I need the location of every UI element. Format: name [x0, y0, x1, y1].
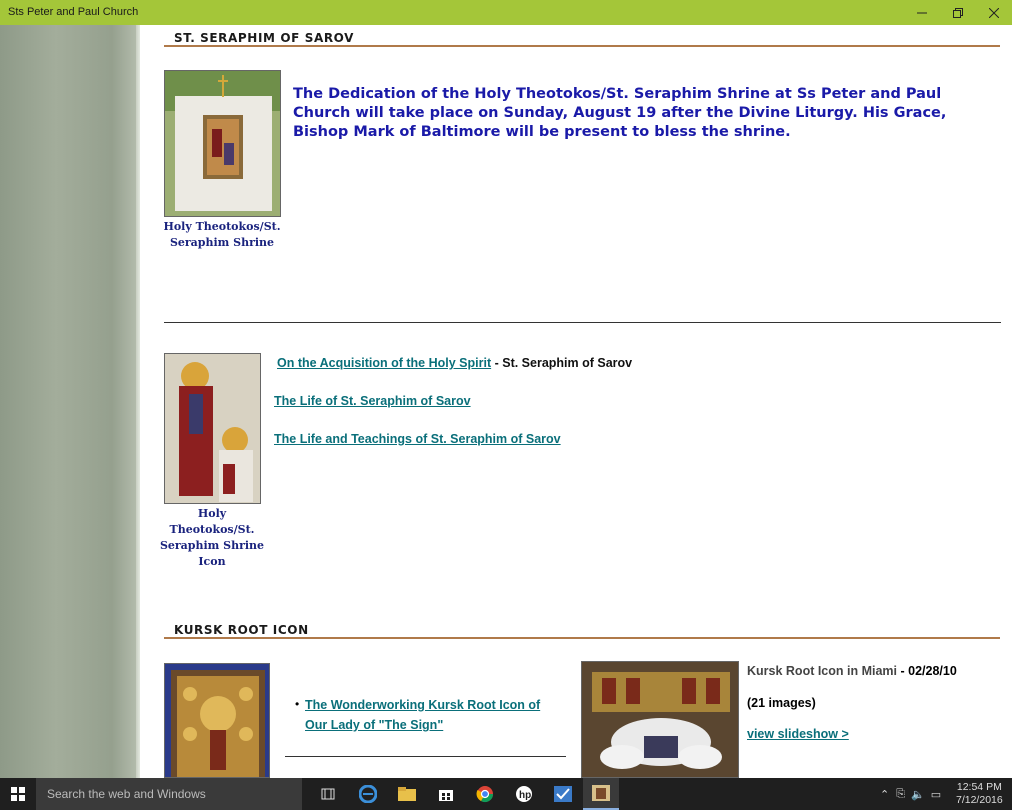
- taskbar-store-button[interactable]: [428, 778, 464, 810]
- link-life-teachings-seraphim[interactable]: The Life and Teachings of St. Seraphim o…: [274, 432, 561, 446]
- chrome-browser-icon: [476, 786, 494, 803]
- shrine-icon-photo[interactable]: [164, 353, 261, 504]
- clock[interactable]: 12:54 PM 7/12/2016: [956, 778, 1003, 810]
- kursk-icon-photo[interactable]: [164, 663, 270, 778]
- shrine-photo[interactable]: [164, 70, 281, 217]
- horizontal-rule: [285, 756, 566, 757]
- caption-shrine-icon: Holy Theotokos/St. Seraphim Shrine Icon: [159, 507, 265, 568]
- link-row-life: The Life of St. Seraphim of Sarov: [274, 392, 471, 410]
- edge-browser-icon: [359, 785, 377, 803]
- link-kursk-root-icon[interactable]: The Wonderworking Kursk Root Icon of Our…: [305, 698, 540, 732]
- link-life-seraphim[interactable]: The Life of St. Seraphim of Sarov: [274, 394, 471, 408]
- section-heading-seraphim: ST. SERAPHIM OF SAROV: [174, 31, 355, 45]
- taskbar-search-box[interactable]: Search the web and Windows: [36, 778, 302, 810]
- section-divider: [164, 637, 1000, 639]
- link-acquisition-holy-spirit[interactable]: On the Acquisition of the Holy Spirit: [274, 356, 491, 370]
- taskbar-church-app-button[interactable]: [583, 778, 619, 810]
- taskbar: Search the web and Windows hp ⌃ ⎘ 🔈 ▭ 12…: [0, 778, 1012, 810]
- view-slideshow-link[interactable]: view slideshow >: [747, 727, 849, 741]
- hp-logo-icon: hp: [516, 786, 532, 802]
- close-button[interactable]: [976, 0, 1012, 25]
- church-app-icon: [592, 785, 610, 801]
- link-row-teachings: The Life and Teachings of St. Seraphim o…: [274, 430, 561, 448]
- gallery-slideshow-row: view slideshow >: [747, 727, 849, 741]
- system-tray: ⌃ ⎘ 🔈 ▭: [880, 778, 941, 810]
- horizontal-rule: [164, 322, 1001, 323]
- page-content[interactable]: ST. SERAPHIM OF SAROV Holy Theotokos/St.…: [140, 25, 1012, 778]
- clock-time: 12:54 PM: [956, 781, 1002, 793]
- taskbar-search-placeholder: Search the web and Windows: [47, 787, 206, 801]
- svg-text:hp: hp: [519, 790, 531, 801]
- close-icon: [989, 7, 999, 18]
- window-title: Sts Peter and Paul Church: [8, 6, 139, 18]
- section-heading-kursk: KURSK ROOT ICON: [174, 623, 309, 637]
- left-texture-bar: [0, 25, 140, 778]
- folder-icon: [398, 787, 416, 801]
- store-bag-icon: [439, 790, 453, 801]
- miami-gallery-photo[interactable]: [581, 661, 739, 778]
- restore-icon: [953, 7, 963, 18]
- gallery-title: Kursk Root Icon in Miami: [747, 664, 898, 678]
- taskbar-app-button[interactable]: [545, 778, 581, 810]
- caption-shrine: Holy Theotokos/St. Seraphim Shrine: [163, 220, 281, 249]
- volume-icon[interactable]: 🔈: [911, 788, 925, 801]
- announcement-text: The Dedication of the Holy Theotokos/St.…: [293, 86, 947, 140]
- restore-button[interactable]: [940, 0, 976, 25]
- clock-date: 7/12/2016: [956, 794, 1003, 806]
- notifications-icon[interactable]: ▭: [931, 788, 941, 801]
- section-divider: [164, 45, 1000, 47]
- task-view-button[interactable]: [310, 778, 346, 810]
- taskbar-chrome-button[interactable]: [467, 778, 503, 810]
- chevron-up-icon[interactable]: ⌃: [880, 788, 889, 801]
- taskbar-edge-button[interactable]: [350, 778, 386, 810]
- kursk-link-item: • The Wonderworking Kursk Root Icon of O…: [295, 695, 565, 735]
- start-button[interactable]: [0, 778, 36, 810]
- gallery-title-row: Kursk Root Icon in Miami - 02/28/10: [747, 664, 957, 678]
- checkmark-app-icon: [554, 786, 572, 802]
- minimize-icon: [917, 12, 927, 13]
- miami-gallery-image: [582, 662, 738, 777]
- taskbar-hp-button[interactable]: hp: [506, 778, 542, 810]
- bullet-icon: •: [295, 697, 300, 711]
- kursk-icon-image: [165, 664, 269, 777]
- shrine-icon-image: [165, 354, 260, 503]
- title-bar: Sts Peter and Paul Church: [0, 0, 1012, 25]
- windows-logo-icon: [11, 787, 25, 801]
- link-acquisition-author: - St. Seraphim of Sarov: [491, 356, 633, 370]
- gallery-date: - 02/28/10: [897, 664, 957, 678]
- minimize-button[interactable]: [904, 0, 940, 25]
- network-icon[interactable]: ⎘: [896, 788, 905, 801]
- link-row-acquisition: On the Acquisition of the Holy Spirit - …: [274, 354, 632, 372]
- taskbar-file-explorer-button[interactable]: [389, 778, 425, 810]
- shrine-image: [165, 71, 280, 216]
- task-view-icon: [321, 788, 335, 800]
- gallery-count: (21 images): [747, 696, 816, 710]
